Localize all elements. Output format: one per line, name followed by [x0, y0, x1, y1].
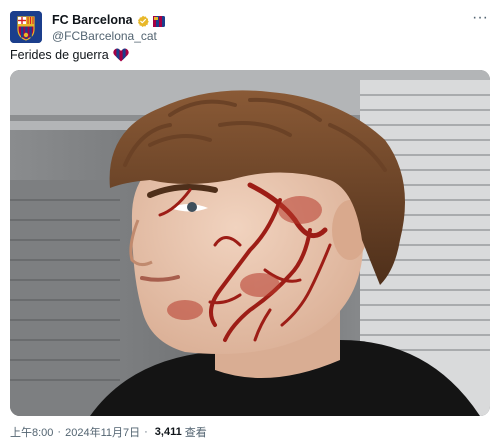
more-options-icon[interactable]: ···: [472, 10, 488, 26]
account-handle[interactable]: @FCBarcelona_cat: [52, 29, 165, 43]
separator: ·: [57, 426, 62, 438]
views-label: 查看: [184, 427, 207, 439]
tweet-body: Ferides de guerra: [10, 48, 109, 62]
tweet-text: Ferides de guerra: [10, 48, 129, 62]
tweet-date[interactable]: 2024年11月7日: [65, 424, 140, 440]
display-name-row: FC Barcelona: [52, 12, 165, 27]
display-name[interactable]: FC Barcelona: [52, 13, 133, 27]
verified-badge-icon[interactable]: [137, 14, 149, 27]
account-names: FC Barcelona @FCBarcelona_cat: [52, 12, 165, 43]
tweet-header: FC Barcelona @FCBarcelona_cat ···: [10, 10, 490, 43]
tweet-photo[interactable]: [10, 70, 490, 416]
tweet-meta: 上午8:00 · 2024年11月7日 · 3,411 查看: [10, 424, 207, 440]
more-options-label: ···: [472, 9, 488, 26]
fc-barcelona-crest-icon[interactable]: [10, 11, 42, 43]
views-count[interactable]: 3,411: [155, 426, 182, 438]
barcelona-flag-icon: [152, 14, 165, 27]
separator: ·: [144, 426, 148, 438]
tweet-time[interactable]: 上午8:00: [10, 424, 53, 440]
blaugrana-heart-icon: [112, 48, 129, 62]
